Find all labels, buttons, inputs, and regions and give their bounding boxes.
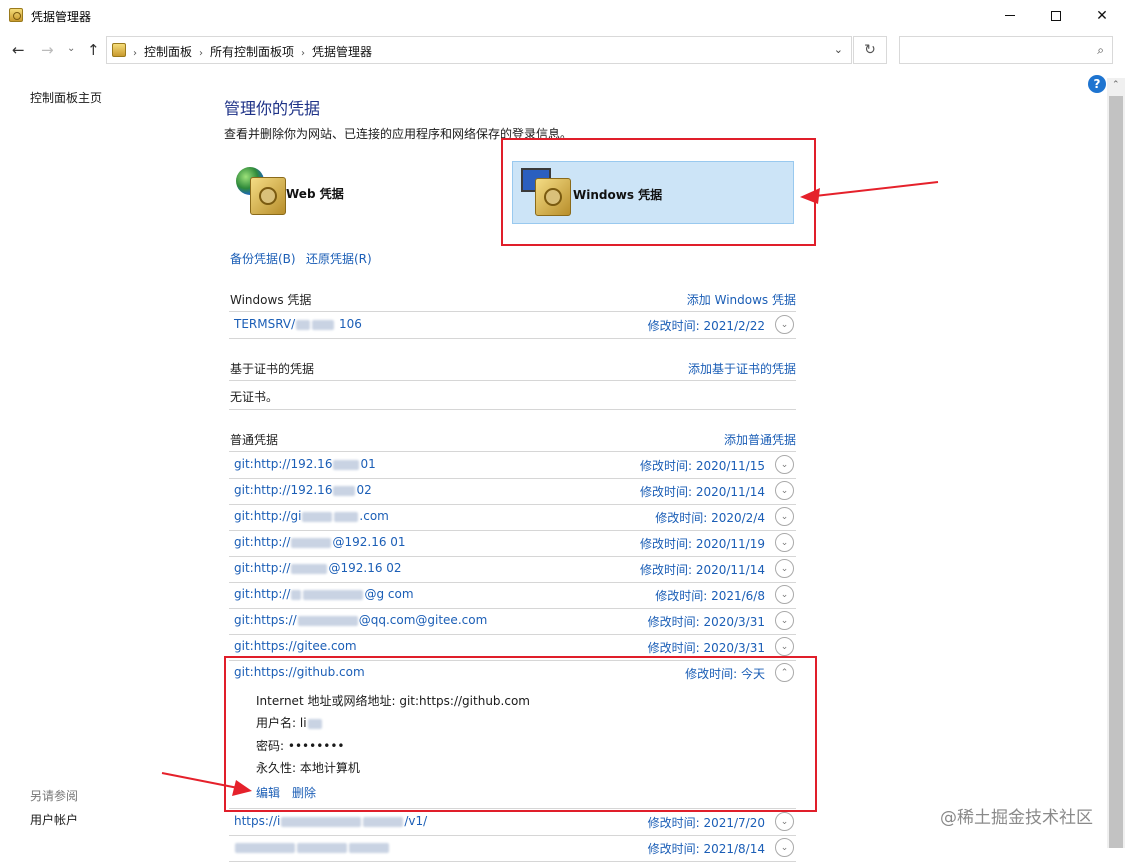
arrow-to-windows-credentials <box>800 181 939 204</box>
watermark: @稀土掘金技术社区 <box>940 808 1093 828</box>
annotation-arrows <box>161 181 939 796</box>
arrow-to-edit-link <box>161 772 252 796</box>
